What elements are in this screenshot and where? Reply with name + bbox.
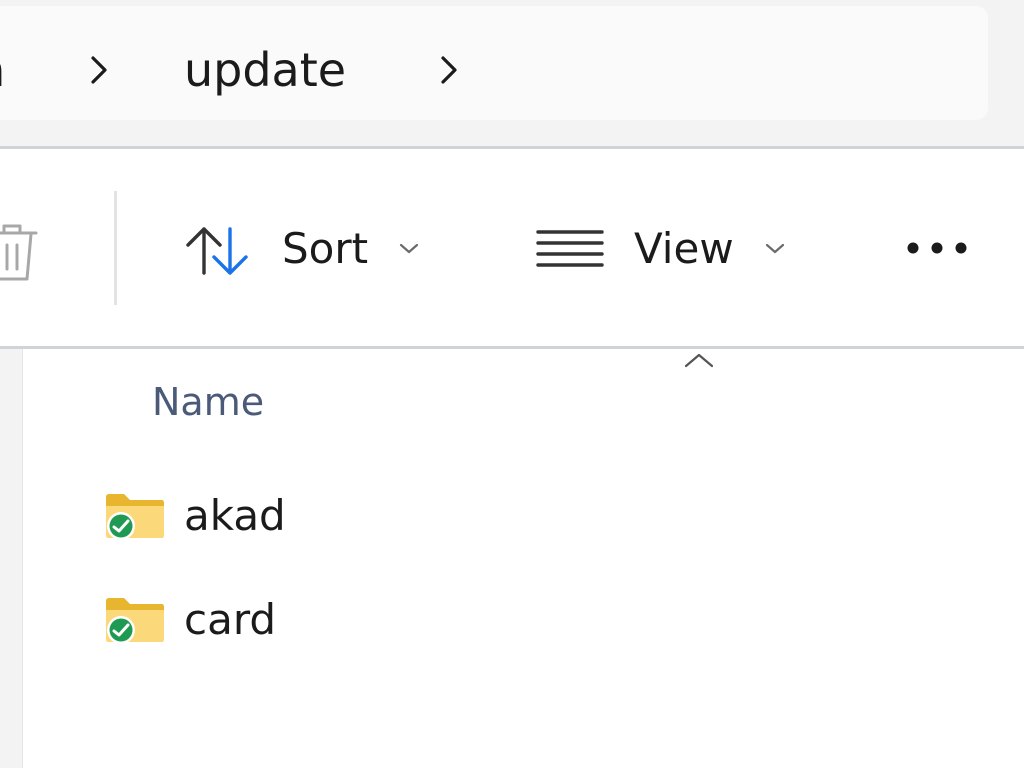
file-name: card (184, 595, 277, 644)
column-header-name[interactable]: Name (152, 377, 264, 427)
address-bar-region: on update (0, 0, 1024, 146)
breadcrumb[interactable]: on update (0, 6, 988, 120)
sort-ascending-icon (682, 351, 716, 369)
navigation-pane-edge[interactable] (0, 349, 23, 768)
list-item[interactable]: card (100, 591, 980, 655)
file-name: akad (184, 491, 286, 540)
breadcrumb-item[interactable]: on (0, 40, 5, 100)
folder-icon (104, 491, 166, 543)
breadcrumb-item[interactable]: update (184, 40, 346, 100)
chevron-down-icon (398, 241, 420, 257)
view-label: View (634, 224, 734, 273)
chevron-right-icon[interactable] (86, 50, 112, 90)
list-item[interactable]: akad (100, 487, 980, 551)
trash-icon[interactable] (0, 219, 40, 285)
sort-label: Sort (282, 224, 369, 273)
file-explorer-window: on update (0, 0, 1024, 768)
file-list: Name akad card (0, 349, 1024, 768)
view-lines-icon (536, 227, 604, 271)
chevron-right-icon[interactable] (436, 50, 462, 90)
more-icon (902, 237, 972, 259)
command-bar: Sort View (0, 149, 1024, 346)
view-button[interactable]: View (528, 213, 808, 287)
toolbar-separator (114, 191, 117, 305)
sort-button[interactable]: Sort (176, 213, 436, 287)
sort-arrows-icon (182, 223, 252, 279)
more-options-button[interactable] (892, 213, 992, 287)
chevron-down-icon (764, 241, 786, 257)
folder-icon (104, 595, 166, 647)
